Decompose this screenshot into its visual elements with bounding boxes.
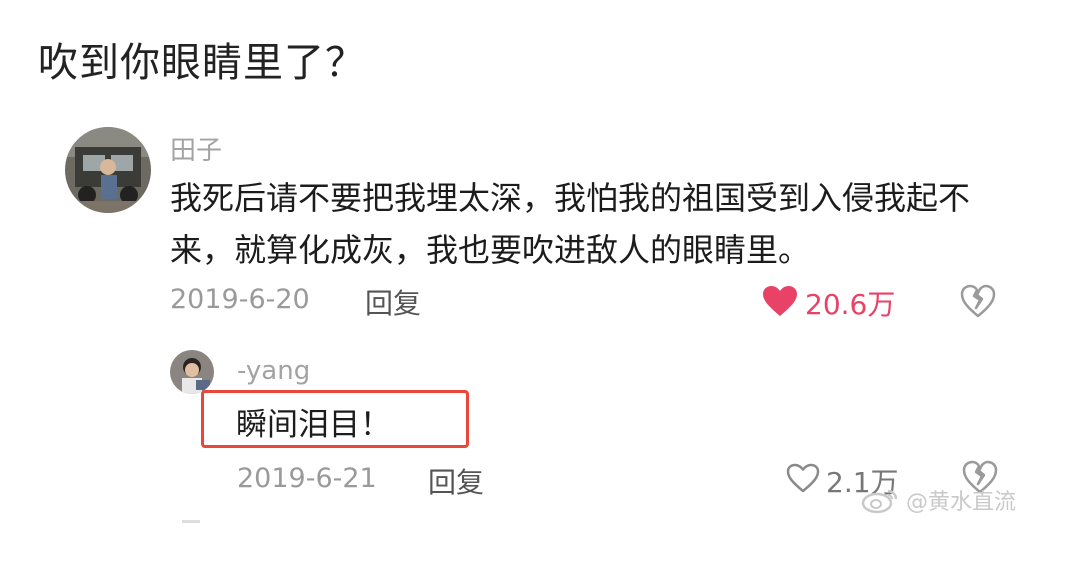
weibo-logo-icon [861, 489, 898, 514]
comment-text: 我死后请不要把我埋太深，我怕我的祖国受到入侵我起不来，就算化成灰，我也要吹进敌人… [170, 179, 971, 269]
reply-reply-button[interactable]: 回复 [428, 461, 484, 501]
comment-date: 2019-6-20 [170, 284, 310, 315]
post-title: 吹到你眼睛里了？ [38, 40, 366, 86]
watermark-text: @黄水直流 [906, 490, 1017, 515]
watermark: @黄水直流 [860, 484, 1016, 516]
heart-icon[interactable] [762, 285, 798, 317]
commenter-username[interactable]: 田子 [170, 130, 222, 167]
commenter-avatar[interactable] [65, 127, 151, 213]
reply-text: 瞬间泪目！ [236, 407, 391, 443]
replier-username[interactable]: -yang [237, 356, 310, 386]
comment-reply-button[interactable]: 回复 [365, 282, 421, 322]
comment-like-count: 20.6万 [805, 288, 896, 321]
divider [182, 520, 200, 523]
replier-avatar[interactable] [170, 350, 214, 394]
reply-date: 2019-6-21 [237, 463, 377, 494]
heart-outline-icon[interactable] [786, 463, 820, 493]
dislike-heart-icon[interactable] [960, 284, 996, 318]
